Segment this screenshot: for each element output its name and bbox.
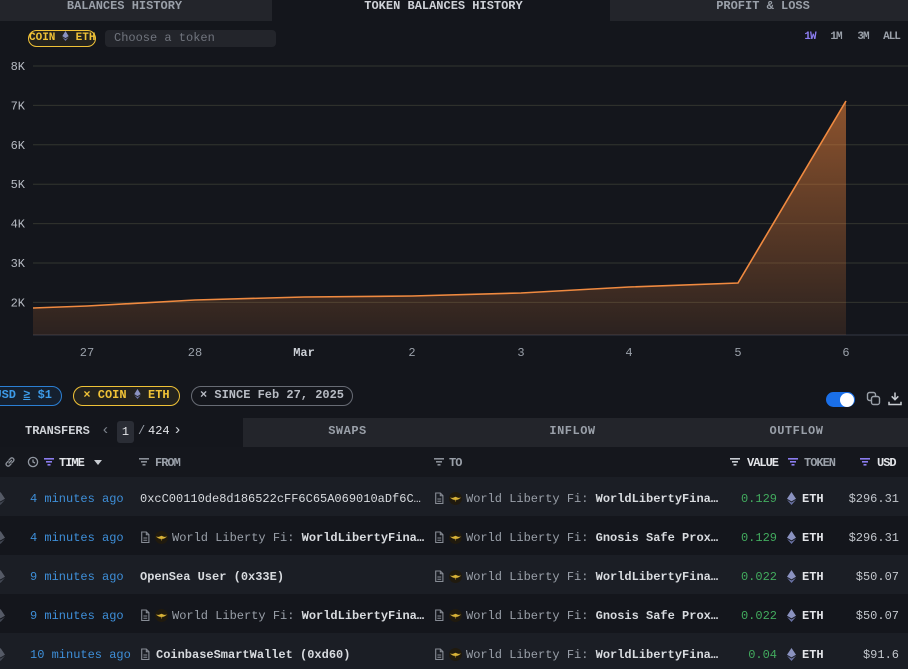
svg-text:8K: 8K (11, 60, 26, 74)
svg-text:2: 2 (408, 346, 415, 360)
svg-text:3K: 3K (11, 257, 26, 271)
svg-text:Mar: Mar (293, 346, 315, 360)
svg-text:2K: 2K (11, 296, 26, 310)
svg-text:6: 6 (842, 346, 849, 360)
svg-text:4: 4 (625, 346, 632, 360)
svg-text:5: 5 (734, 346, 741, 360)
svg-text:28: 28 (188, 346, 202, 360)
svg-text:27: 27 (80, 346, 94, 360)
svg-text:3: 3 (517, 346, 524, 360)
svg-text:6K: 6K (11, 139, 26, 153)
svg-text:7K: 7K (11, 99, 26, 113)
svg-text:5K: 5K (11, 178, 26, 192)
svg-text:4K: 4K (11, 218, 26, 232)
